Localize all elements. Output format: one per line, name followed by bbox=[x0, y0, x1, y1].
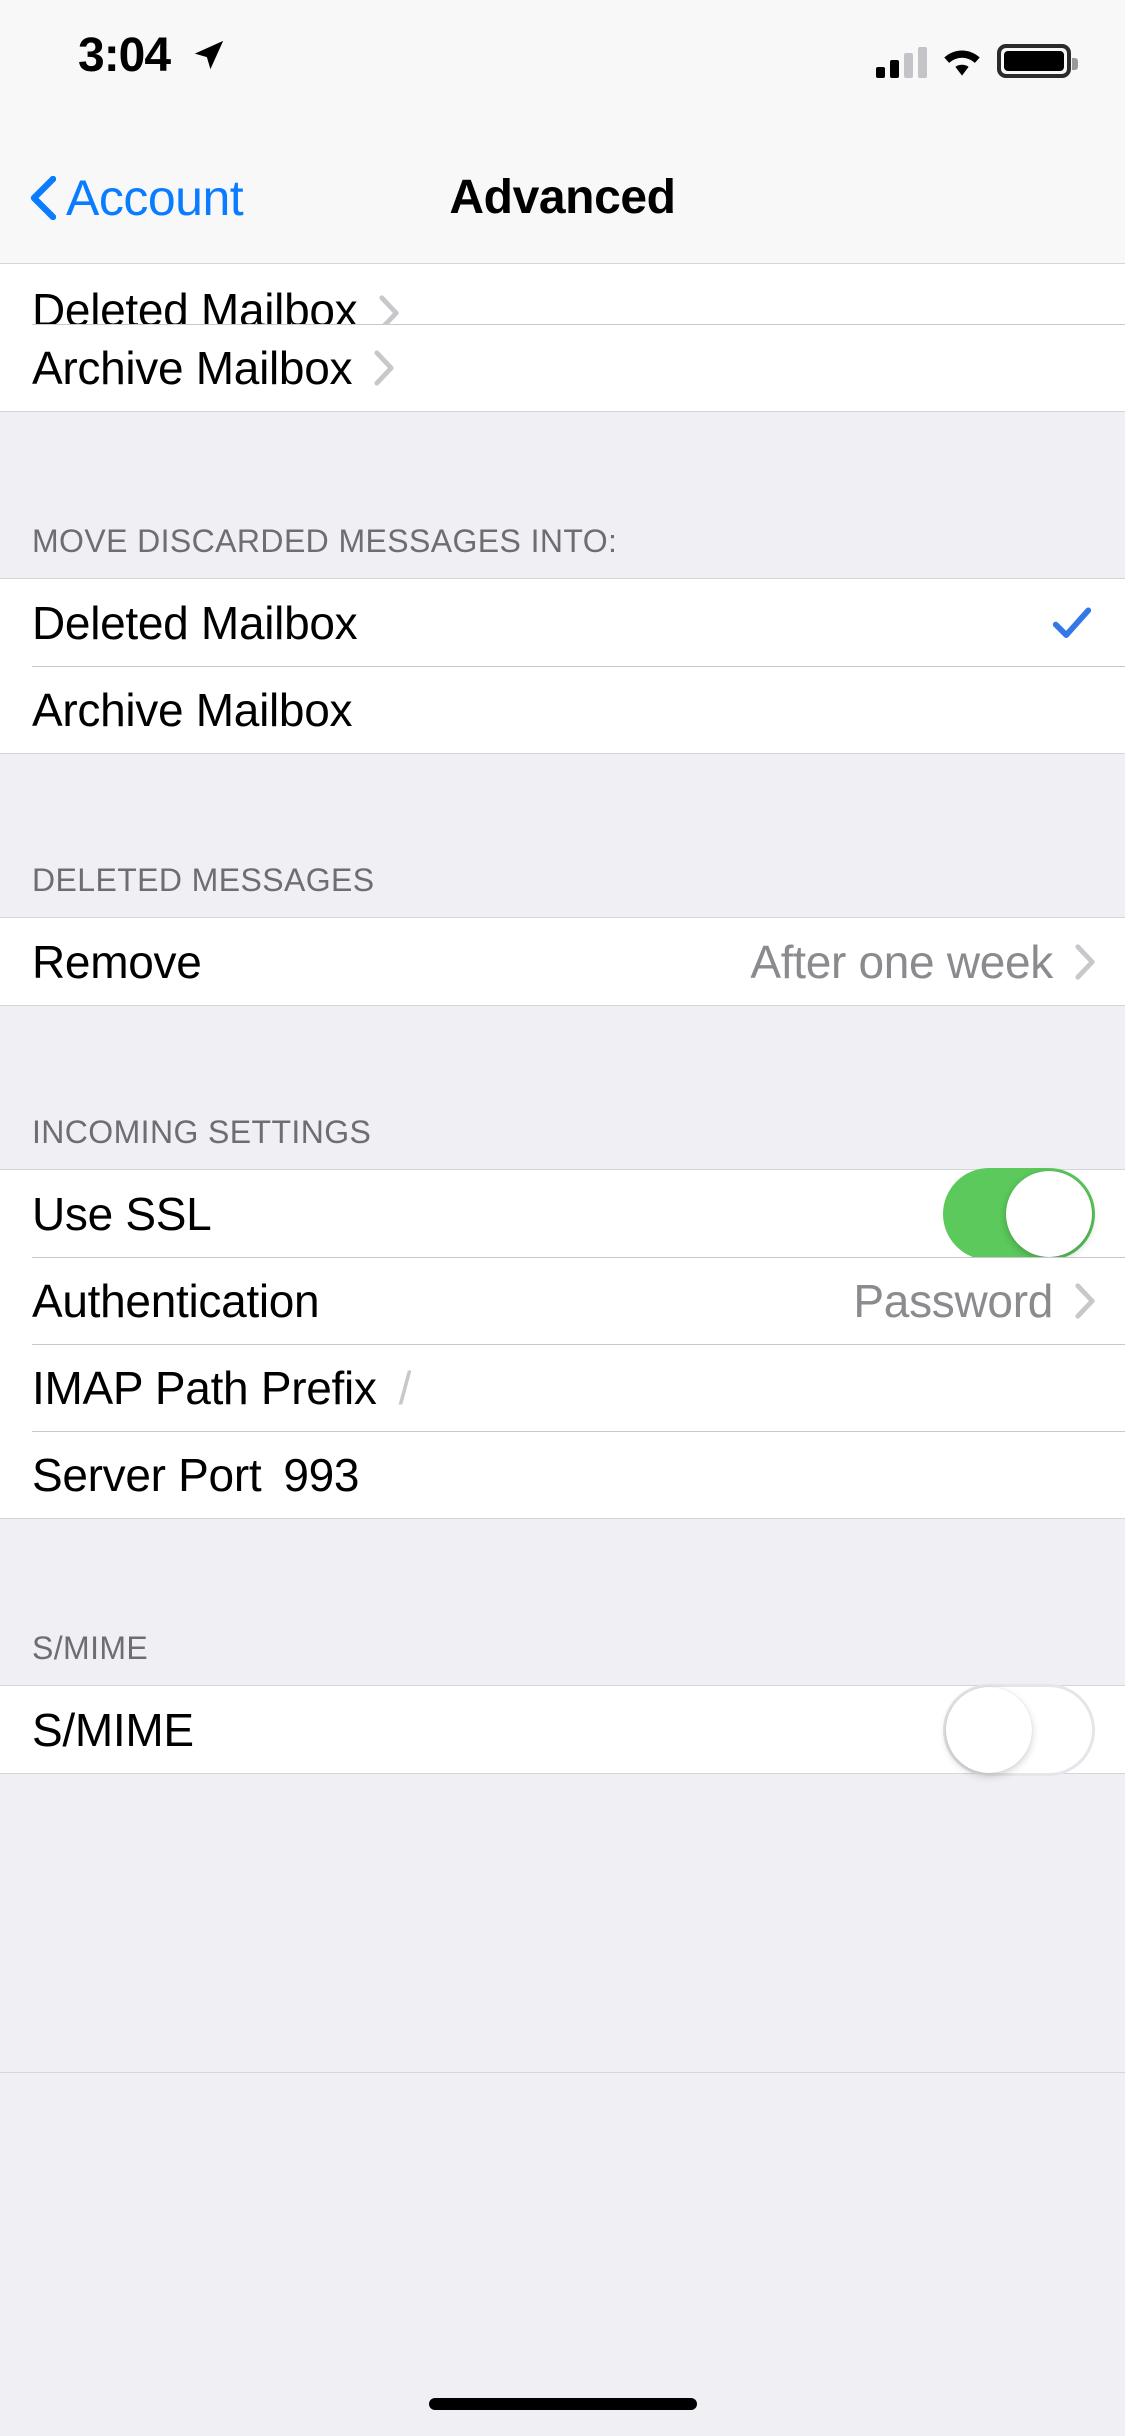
row-use-ssl[interactable]: Use SSL bbox=[0, 1167, 1125, 1260]
status-bar: 3:04 bbox=[0, 0, 1125, 132]
back-button-label: Account bbox=[66, 170, 244, 226]
smime-toggle[interactable] bbox=[943, 1683, 1095, 1776]
chevron-right-icon bbox=[1075, 1282, 1095, 1319]
toggle-knob bbox=[946, 1686, 1032, 1773]
row-server-port[interactable]: Server Port 993 bbox=[0, 1431, 1125, 1518]
row-move-into-deleted-mailbox[interactable]: Deleted Mailbox bbox=[0, 579, 1125, 666]
cellular-bars-icon bbox=[876, 47, 927, 78]
section-move-discarded: Deleted Mailbox Archive Mailbox bbox=[0, 579, 1125, 753]
row-label: Server Port bbox=[32, 1448, 262, 1501]
section-header-incoming-settings: INCOMING SETTINGS bbox=[0, 1005, 1125, 1170]
row-smime[interactable]: S/MIME bbox=[0, 1683, 1125, 1776]
row-label: Deleted Mailbox bbox=[32, 284, 358, 324]
status-time: 3:04 bbox=[78, 29, 171, 82]
chevron-right-icon bbox=[1075, 943, 1095, 980]
row-label: Deleted Mailbox bbox=[32, 596, 358, 649]
section-mailbox-behaviours: Deleted Mailbox Archive Mailbox bbox=[0, 264, 1125, 411]
section-smime: S/MIME bbox=[0, 1683, 1125, 1776]
row-label: Remove bbox=[32, 935, 202, 988]
row-value: Password bbox=[853, 1274, 1053, 1327]
row-deleted-mailbox-destination[interactable]: Deleted Mailbox bbox=[0, 264, 1125, 324]
row-label: S/MIME bbox=[32, 1703, 194, 1756]
row-label: Use SSL bbox=[32, 1187, 212, 1240]
list-bottom-spacer bbox=[0, 1773, 1125, 2073]
row-imap-path-prefix[interactable]: IMAP Path Prefix / bbox=[0, 1344, 1125, 1431]
row-authentication[interactable]: Authentication Password bbox=[0, 1257, 1125, 1344]
chevron-right-icon bbox=[379, 295, 399, 324]
section-incoming-settings: Use SSL Authentication Password IMAP Pat… bbox=[0, 1167, 1125, 1518]
battery-icon bbox=[997, 44, 1078, 78]
iphone-screen: 3:04 Advanced Account Deleted Mailbox Ar… bbox=[0, 0, 1125, 2436]
section-header-deleted-messages: DELETED MESSAGES bbox=[0, 753, 1125, 918]
status-indicators bbox=[876, 38, 1078, 78]
back-button[interactable]: Account bbox=[30, 132, 244, 264]
navigation-bar: Advanced Account bbox=[0, 132, 1125, 264]
server-port-input[interactable]: 993 bbox=[283, 1448, 359, 1502]
checkmark-icon bbox=[1052, 606, 1092, 638]
row-label: Archive Mailbox bbox=[32, 683, 353, 736]
toggle-knob bbox=[1006, 1170, 1092, 1257]
row-label: Archive Mailbox bbox=[32, 341, 353, 394]
section-header-move-discarded: MOVE DISCARDED MESSAGES INTO: bbox=[0, 411, 1125, 579]
home-indicator[interactable] bbox=[428, 2398, 697, 2410]
chevron-right-icon bbox=[374, 349, 394, 386]
row-value: After one week bbox=[750, 935, 1053, 988]
location-arrow-icon bbox=[194, 40, 224, 70]
use-ssl-toggle[interactable] bbox=[943, 1167, 1095, 1260]
imap-path-prefix-input[interactable]: / bbox=[399, 1361, 412, 1415]
chevron-left-icon bbox=[30, 176, 56, 220]
row-remove[interactable]: Remove After one week bbox=[0, 918, 1125, 1005]
section-header-smime: S/MIME bbox=[0, 1518, 1125, 1686]
wifi-icon bbox=[944, 50, 980, 76]
settings-list[interactable]: Deleted Mailbox Archive Mailbox MOVE DIS… bbox=[0, 264, 1125, 2436]
row-label: IMAP Path Prefix bbox=[32, 1361, 377, 1414]
row-move-into-archive-mailbox[interactable]: Archive Mailbox bbox=[0, 666, 1125, 753]
row-archive-mailbox-destination[interactable]: Archive Mailbox bbox=[0, 324, 1125, 411]
row-label: Authentication bbox=[32, 1274, 320, 1327]
section-deleted-messages: Remove After one week bbox=[0, 918, 1125, 1005]
